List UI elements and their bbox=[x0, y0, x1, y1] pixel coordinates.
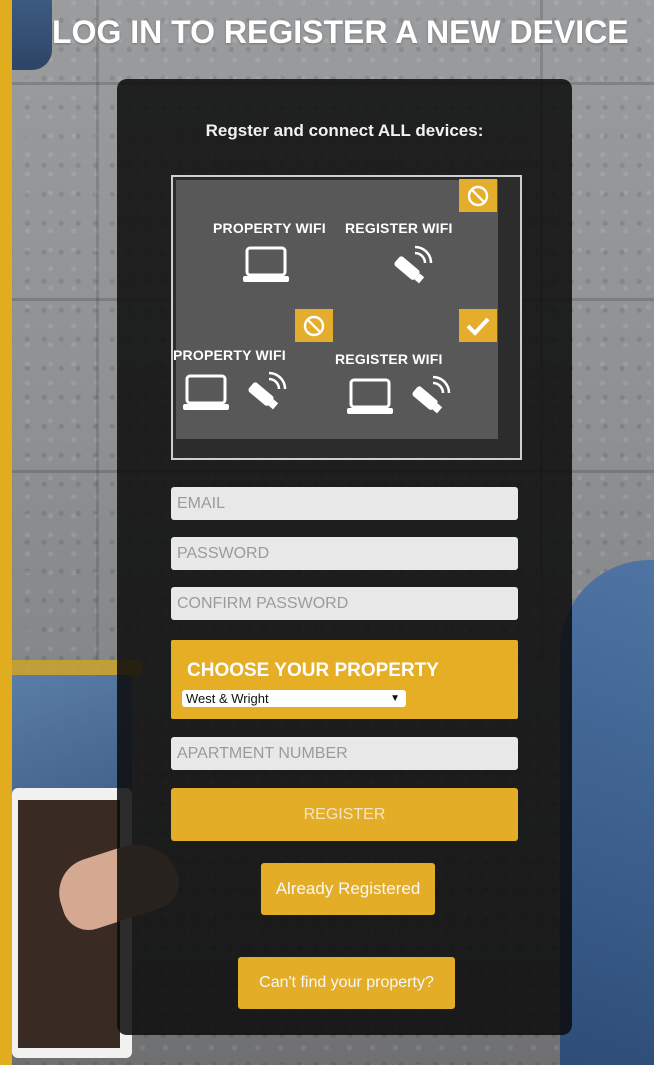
prohibited-badge bbox=[459, 179, 497, 212]
page-title: LOG IN TO REGISTER A NEW DEVICE bbox=[52, 14, 629, 50]
confirm-password-field[interactable] bbox=[171, 587, 518, 620]
already-registered-button[interactable]: Already Registered bbox=[261, 863, 435, 915]
checkmark-icon bbox=[466, 317, 490, 336]
diagram-label-register-wifi: REGISTER WIFI bbox=[345, 220, 453, 236]
laptop-icon bbox=[183, 374, 229, 410]
checkmark-badge bbox=[459, 309, 497, 342]
accent-side-bar bbox=[0, 0, 12, 1065]
usb-wifi-adapter-icon bbox=[248, 371, 287, 410]
property-select[interactable]: West & Wright ▼ bbox=[182, 690, 406, 707]
usb-wifi-adapter-icon bbox=[412, 375, 451, 414]
prohibited-badge bbox=[295, 309, 333, 342]
password-field[interactable] bbox=[171, 537, 518, 570]
usb-wifi-adapter-icon bbox=[394, 245, 433, 284]
device-connection-diagram: PROPERTY WIFI REGISTER WIFI PROPERTY WIF… bbox=[171, 175, 522, 460]
diagram-label-property-wifi: PROPERTY WIFI bbox=[173, 347, 286, 363]
prohibited-icon bbox=[467, 185, 489, 206]
floor-tile-line bbox=[96, 0, 99, 660]
apartment-number-field[interactable] bbox=[171, 737, 518, 770]
background-person bbox=[560, 560, 654, 1065]
cant-find-property-button[interactable]: Can't find your property? bbox=[238, 957, 455, 1009]
diagram-label-property-wifi: PROPERTY WIFI bbox=[213, 220, 326, 236]
email-field[interactable] bbox=[171, 487, 518, 520]
prohibited-icon bbox=[303, 315, 325, 336]
diagram-label-register-wifi: REGISTER WIFI bbox=[335, 351, 443, 367]
dropdown-arrow-icon: ▼ bbox=[390, 693, 400, 704]
panel-subtitle: Regster and connect ALL devices: bbox=[205, 121, 484, 140]
laptop-icon bbox=[347, 378, 393, 414]
property-select-value: West & Wright bbox=[186, 691, 269, 706]
property-heading: CHOOSE YOUR PROPERTY bbox=[187, 660, 439, 681]
register-button[interactable]: REGISTER bbox=[171, 788, 518, 841]
laptop-icon bbox=[243, 246, 289, 282]
background-bag bbox=[12, 0, 52, 70]
